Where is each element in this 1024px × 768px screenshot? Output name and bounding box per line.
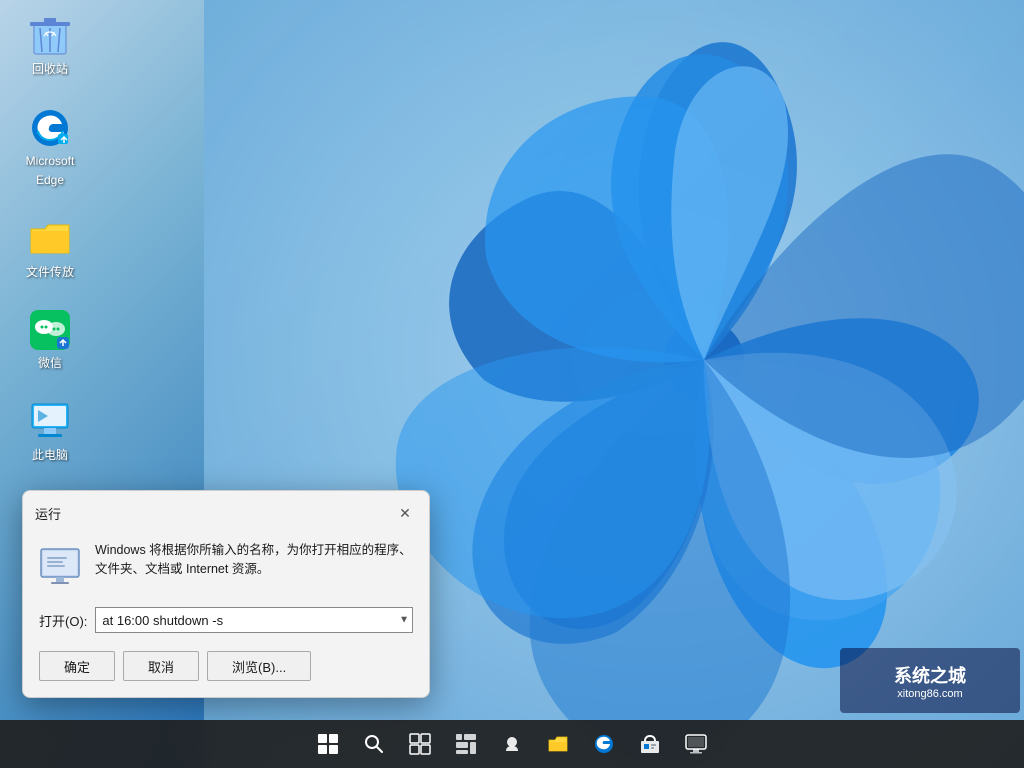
desktop-icon-wechat[interactable]: 微信 <box>10 304 90 376</box>
dialog-run-icon <box>39 545 81 587</box>
dialog-titlebar: 运行 ✕ <box>23 491 429 533</box>
taskbar-explorer-button[interactable] <box>536 722 580 766</box>
watermark-title: 系统之城 <box>894 662 966 688</box>
taskbar-search-button[interactable] <box>352 722 396 766</box>
edge-icon <box>28 106 72 150</box>
dialog-body: Windows 将根据你所输入的名称，为你打开相应的程序、文件夹、文档或 Int… <box>23 533 429 603</box>
taskbar-store-button[interactable] <box>628 722 672 766</box>
desktop-icon-this-pc[interactable]: 此电脑 <box>10 396 90 468</box>
dialog-title: 运行 <box>35 504 61 523</box>
dialog-description: Windows 将根据你所输入的名称，为你打开相应的程序、文件夹、文档或 Int… <box>95 541 413 579</box>
wechat-label: 微信 <box>38 356 62 372</box>
recycle-bin-icon <box>28 14 72 58</box>
dialog-input-row: 打开(O): ▼ <box>23 603 429 643</box>
taskbar-start-button[interactable] <box>306 722 350 766</box>
dialog-input-label: 打开(O): <box>39 611 87 630</box>
this-pc-icon <box>28 400 72 444</box>
folder-icon <box>28 217 72 261</box>
edge-label2: Edge <box>36 173 64 189</box>
taskbar-center <box>306 722 718 766</box>
desktop-icon-file-transfer[interactable]: 文件传放 <box>10 213 90 285</box>
edge-label: Microsoft <box>26 154 75 170</box>
desktop: 回收站 Microsoft Edge <box>0 0 1024 768</box>
desktop-icon-recycle-bin[interactable]: 回收站 <box>10 10 90 82</box>
dialog-ok-button[interactable]: 确定 <box>39 651 115 681</box>
dialog-cancel-button[interactable]: 取消 <box>123 651 199 681</box>
desktop-icons-container: 回收站 Microsoft Edge <box>10 10 90 468</box>
taskbar-remote-button[interactable] <box>674 722 718 766</box>
this-pc-label: 此电脑 <box>32 448 68 464</box>
watermark-url: xitong86.com <box>897 688 962 700</box>
taskbar-chat-button[interactable] <box>490 722 534 766</box>
file-transfer-label: 文件传放 <box>26 265 74 281</box>
dialog-close-button[interactable]: ✕ <box>393 501 417 525</box>
dialog-browse-button[interactable]: 浏览(B)... <box>207 651 311 681</box>
watermark: 系统之城 xitong86.com <box>840 648 1020 713</box>
desktop-icon-edge[interactable]: Microsoft Edge <box>10 102 90 193</box>
dialog-buttons: 确定 取消 浏览(B)... <box>23 643 429 697</box>
taskbar <box>0 720 1024 768</box>
taskbar-widgets-button[interactable] <box>444 722 488 766</box>
dialog-input-wrapper: ▼ <box>95 607 413 633</box>
taskbar-task-view-button[interactable] <box>398 722 442 766</box>
run-dialog: 运行 ✕ Windows 将根据你所输入的名称，为你打开相应的程序、文件夹、文档… <box>22 490 430 698</box>
recycle-bin-label: 回收站 <box>32 62 68 78</box>
dialog-input-field[interactable] <box>95 607 413 633</box>
taskbar-edge-button[interactable] <box>582 722 626 766</box>
wechat-icon <box>28 308 72 352</box>
